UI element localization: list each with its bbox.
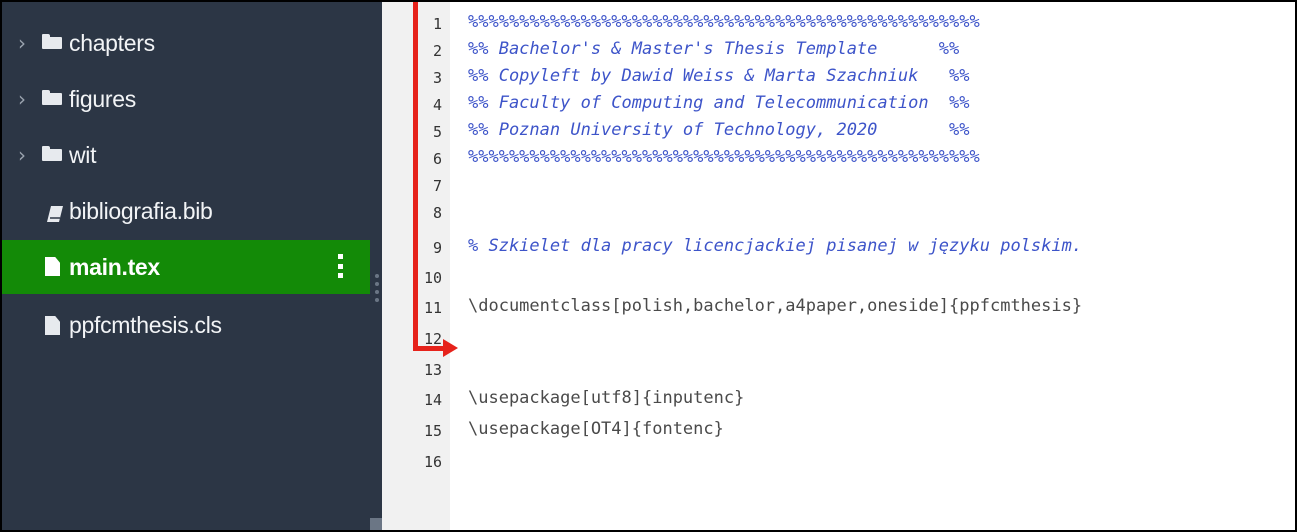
line-number: 2 [432, 42, 442, 60]
tree-item-wit[interactable]: › wit [2, 128, 370, 182]
folder-icon [42, 146, 64, 164]
tree-item-label: bibliografia.bib [69, 197, 213, 224]
line-number: 10 [423, 269, 442, 287]
tree-item-chapters[interactable]: › chapters [2, 16, 370, 70]
file-icon [45, 316, 67, 335]
line-text: %%%%%%%%%%%%%%%%%%%%%%%%%%%%%%%%%%%%%%%%… [468, 12, 980, 32]
tree-item-label: figures [69, 85, 136, 112]
splitter-handle[interactable] [370, 518, 382, 530]
code-line[interactable]: 12 [382, 324, 1295, 351]
book-icon [46, 202, 68, 222]
folder-icon [42, 34, 64, 52]
line-text: %% Poznan University of Technology, 2020… [468, 120, 970, 140]
code-line[interactable]: 16 [382, 447, 1295, 474]
line-number: 9 [432, 239, 442, 257]
line-text: %% Copyleft by Dawid Weiss & Marta Szach… [468, 66, 970, 86]
code-line[interactable]: 1 %%%%%%%%%%%%%%%%%%%%%%%%%%%%%%%%%%%%%%… [382, 9, 1295, 36]
line-number: 5 [432, 123, 442, 141]
line-text: %% Faculty of Computing and Telecommunic… [468, 93, 970, 113]
line-number: 4 [432, 96, 442, 114]
annotation-arrow-shaft [413, 346, 445, 351]
chevron-right-icon[interactable]: › [18, 31, 26, 55]
pane-splitter[interactable] [370, 2, 382, 530]
line-number: 7 [432, 177, 442, 195]
code-line[interactable]: 10 [382, 263, 1295, 290]
line-text: \usepackage[utf8]{inputenc} [468, 388, 745, 408]
arrow-right-icon [443, 339, 458, 357]
tree-item-label: main.tex [69, 253, 160, 280]
code-line[interactable]: 2 %% Bachelor's & Master's Thesis Templa… [382, 36, 1295, 63]
tree-item-main-tex[interactable]: main.tex [2, 240, 370, 294]
folder-icon [42, 90, 64, 108]
code-line[interactable]: 3 %% Copyleft by Dawid Weiss & Marta Sza… [382, 63, 1295, 90]
line-text: % Szkielet dla pracy licencjackiej pisan… [468, 236, 1083, 256]
line-text: \documentclass[polish,bachelor,a4paper,o… [468, 296, 1083, 316]
annotation-arrow-shaft [413, 2, 418, 351]
line-text: %% Bachelor's & Master's Thesis Template… [468, 39, 960, 59]
code-line[interactable]: 6 %%%%%%%%%%%%%%%%%%%%%%%%%%%%%%%%%%%%%%… [382, 144, 1295, 171]
tree-item-label: chapters [69, 29, 155, 56]
code-line[interactable]: 14 \usepackage[utf8]{inputenc} [382, 385, 1295, 412]
code-line[interactable]: 9 % Szkielet dla pracy licencjackiej pis… [382, 233, 1295, 260]
code-line[interactable]: 5 %% Poznan University of Technology, 20… [382, 117, 1295, 144]
line-number: 13 [423, 361, 442, 379]
tree-item-label: ppfcmthesis.cls [69, 311, 222, 338]
tree-item-ppfcmthesis[interactable]: ppfcmthesis.cls [2, 298, 370, 352]
line-number: 1 [432, 15, 442, 33]
code-line[interactable]: 15 \usepackage[OT4]{fontenc} [382, 416, 1295, 443]
chevron-right-icon[interactable]: › [18, 87, 26, 111]
tree-item-figures[interactable]: › figures [2, 72, 370, 126]
code-line[interactable]: 13 [382, 355, 1295, 382]
splitter-grip-icon[interactable] [375, 274, 379, 306]
line-text: \usepackage[OT4]{fontenc} [468, 419, 724, 439]
code-line[interactable]: 7 [382, 171, 1295, 198]
code-line[interactable]: 8 [382, 198, 1295, 225]
tree-item-label: wit [69, 141, 97, 168]
line-number: 11 [423, 299, 442, 317]
code-editor[interactable]: 1 %%%%%%%%%%%%%%%%%%%%%%%%%%%%%%%%%%%%%%… [382, 2, 1295, 530]
line-number: 15 [423, 422, 442, 440]
line-number: 3 [432, 69, 442, 87]
file-tree: › chapters › figures › wit bibliografia.… [2, 2, 370, 530]
line-number: 6 [432, 150, 442, 168]
line-number: 8 [432, 204, 442, 222]
code-line[interactable]: 4 %% Faculty of Computing and Telecommun… [382, 90, 1295, 117]
line-number: 16 [423, 453, 442, 471]
editor-window: › chapters › figures › wit bibliografia.… [0, 0, 1297, 532]
line-number: 14 [423, 391, 442, 409]
tree-item-bibliografia[interactable]: bibliografia.bib [2, 184, 370, 238]
line-text: %%%%%%%%%%%%%%%%%%%%%%%%%%%%%%%%%%%%%%%%… [468, 147, 980, 167]
file-icon [45, 257, 67, 276]
code-line[interactable]: 11 \documentclass[polish,bachelor,a4pape… [382, 293, 1295, 320]
kebab-menu-icon[interactable] [338, 254, 344, 278]
chevron-right-icon[interactable]: › [18, 143, 26, 167]
